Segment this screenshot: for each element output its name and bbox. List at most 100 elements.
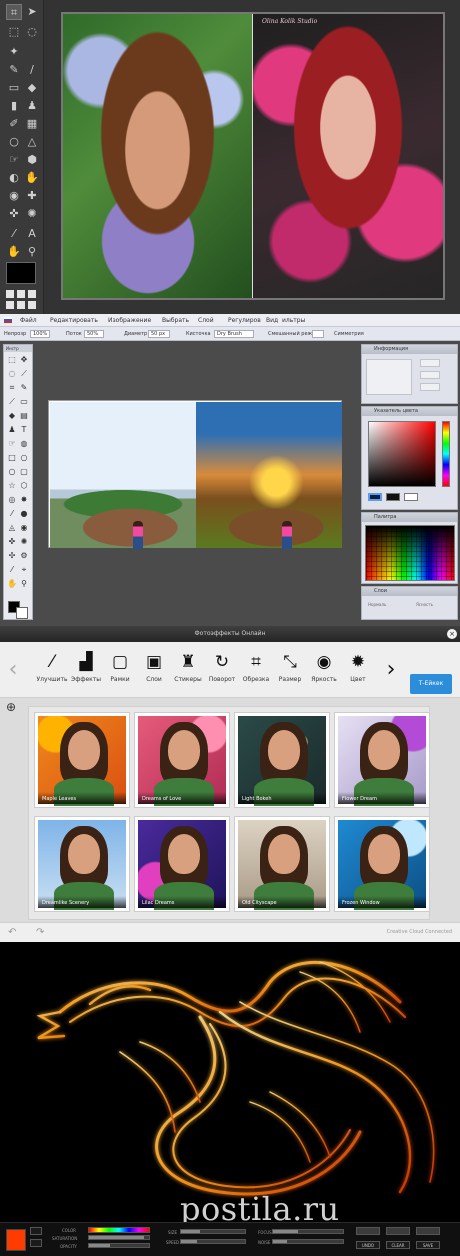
bucket-tool-icon[interactable]: ◆	[7, 411, 17, 421]
tool-button-3[interactable]: ▣ Слои	[136, 650, 172, 694]
document-canvas[interactable]	[48, 400, 342, 549]
eraser-tool-icon[interactable]: ▭	[6, 80, 22, 96]
opacity-field[interactable]: 100%	[30, 330, 50, 338]
blur-tool-icon[interactable]: ○	[6, 134, 22, 150]
hue-slider[interactable]	[442, 421, 450, 487]
color-replace-tool-icon[interactable]: ✐	[6, 116, 22, 132]
chevron-left-icon[interactable]: ‹	[4, 658, 22, 682]
dodge-tool-icon[interactable]: ◐	[6, 170, 22, 186]
burn-tool-icon[interactable]: ●	[19, 509, 29, 519]
undo-button[interactable]: UNDO	[356, 1241, 380, 1249]
tool-button-9[interactable]: ✹ Цвет	[340, 650, 376, 694]
gradient-tool-icon[interactable]: ▤	[19, 411, 29, 421]
wand-tool-icon[interactable]: ⟋	[19, 369, 29, 379]
foreground-color-swatch[interactable]	[6, 262, 36, 284]
eyedropper-tool-icon[interactable]: ⁄	[6, 226, 22, 242]
menu-layer[interactable]: Слой	[198, 317, 214, 324]
effect-thumbnail[interactable]: Light Bokeh	[235, 713, 329, 807]
menu-edit[interactable]: Редактировать	[50, 317, 98, 324]
menu-view[interactable]: Вид	[266, 317, 278, 324]
diameter-field[interactable]: 50 px	[148, 330, 170, 338]
hand-tool-icon[interactable]: ✋	[7, 579, 17, 589]
effect-thumbnail[interactable]: Dreams of Love	[135, 713, 229, 807]
tool-button-2[interactable]: ▢ Рамки	[102, 650, 138, 694]
red-eye-tool-icon[interactable]: ◉	[19, 523, 29, 533]
layout-grid-icon[interactable]	[6, 290, 36, 309]
rounded-rect-tool-icon[interactable]: ▢	[19, 467, 29, 477]
star-tool-icon[interactable]: ☆	[7, 481, 17, 491]
hand-tool-icon[interactable]: ✋	[6, 244, 22, 260]
marquee-tool-icon[interactable]: ⬚	[7, 355, 17, 365]
effect-thumbnail[interactable]: Maple Leaves	[35, 713, 129, 807]
swatch-toggle-button[interactable]	[30, 1227, 42, 1235]
pencil-tool-icon[interactable]: ✎	[19, 383, 29, 393]
blur-tool-icon[interactable]: ◍	[19, 439, 29, 449]
polygon-tool-icon[interactable]: ⬡	[19, 481, 29, 491]
palette-grid[interactable]	[365, 525, 455, 581]
brush-tool-icon[interactable]: /	[24, 62, 40, 78]
menu-filters[interactable]: ильтры	[282, 317, 305, 324]
tool-button-5[interactable]: ↻ Поворот	[204, 650, 240, 694]
rect-tool-icon[interactable]: □	[7, 453, 17, 463]
effect-thumbnail[interactable]: Frozen Window	[335, 817, 429, 911]
undo-icon[interactable]: ↶	[8, 927, 16, 938]
sharpen-tool-icon[interactable]: △	[24, 134, 40, 150]
clone-tool-icon[interactable]: ⚙	[19, 551, 29, 561]
marquee-tool-icon[interactable]: ⬚	[6, 24, 22, 40]
burn-tool-icon[interactable]: ✋	[24, 170, 40, 186]
menu-select[interactable]: Выбрать	[162, 317, 189, 324]
bloat-tool-icon[interactable]: ✜	[6, 206, 22, 222]
close-icon[interactable]: ×	[447, 629, 457, 639]
menu-image[interactable]: Изображение	[108, 317, 151, 324]
tool-button-8[interactable]: ◉ Яркость	[306, 650, 342, 694]
red-eye-tool-icon[interactable]: ◉	[6, 188, 22, 204]
drawing-tool-icon[interactable]: ▦	[24, 116, 40, 132]
type-tool-icon[interactable]: T	[19, 425, 29, 435]
layer-mode-select[interactable]: Нормаль	[368, 602, 386, 607]
menu-file[interactable]: Файл	[20, 317, 37, 324]
bucket-tool-icon[interactable]: ◆	[24, 80, 40, 96]
bloat-tool-icon[interactable]: ✺	[19, 537, 29, 547]
language-flag-icon[interactable]	[4, 317, 12, 323]
size-slider[interactable]	[180, 1229, 246, 1234]
opacity-slider[interactable]	[88, 1243, 150, 1248]
current-color-swatch[interactable]	[368, 493, 382, 501]
menu-adjust[interactable]: Регулиров	[228, 317, 261, 324]
sponge-tool-icon[interactable]: ◎	[7, 495, 17, 505]
crop-tool-icon[interactable]: ⌗	[7, 383, 17, 393]
dark-color-swatch[interactable]	[386, 493, 400, 501]
drop-tool-icon[interactable]: ◬	[7, 523, 17, 533]
pencil-tool-icon[interactable]: ✎	[6, 62, 22, 78]
noise-slider[interactable]	[272, 1239, 344, 1244]
eyedropper-tool-icon[interactable]: ⁄	[7, 565, 17, 575]
pinch-tool-icon[interactable]: ✣	[7, 551, 17, 561]
move-tool-icon[interactable]: ➤	[24, 4, 40, 20]
brush-option-button[interactable]	[416, 1227, 440, 1235]
color-slider[interactable]	[88, 1227, 150, 1233]
circle-tool-icon[interactable]: ○	[7, 467, 17, 477]
save-button[interactable]: SAVE	[416, 1241, 440, 1249]
stamp-tool-icon[interactable]: ♟	[7, 425, 17, 435]
lasso-tool-icon[interactable]: ◌	[7, 369, 17, 379]
move-tool-icon[interactable]: ✥	[19, 355, 29, 365]
zoom-tool-icon[interactable]: ⚲	[24, 244, 40, 260]
flow-field[interactable]: 50%	[84, 330, 104, 338]
stamp-tool-icon[interactable]: ♟	[24, 98, 40, 114]
brush-option-button[interactable]	[356, 1227, 380, 1235]
type-tool-icon[interactable]: A	[24, 226, 40, 242]
light-color-swatch[interactable]	[404, 493, 418, 501]
saturation-square[interactable]	[368, 421, 436, 487]
brush-select[interactable]: Dry Brush	[214, 330, 254, 338]
smudge-tool-icon[interactable]: ☞	[6, 152, 22, 168]
brush-option-button[interactable]	[386, 1227, 410, 1235]
smudge-tool-icon[interactable]: ☞	[7, 439, 17, 449]
tool-button-6[interactable]: ⌗ Обрезка	[238, 650, 274, 694]
magic-wand-tool-icon[interactable]: ✦	[6, 44, 22, 60]
canvas[interactable]	[61, 12, 445, 300]
focus-slider[interactable]	[272, 1229, 344, 1234]
effect-thumbnail[interactable]: Lilac Dreams	[135, 817, 229, 911]
tool-button-1[interactable]: ▟ Эффекты	[68, 650, 104, 694]
replace-tool-icon[interactable]: ⌖	[19, 565, 29, 575]
sharpen-tool-icon[interactable]: ✸	[19, 495, 29, 505]
speed-slider[interactable]	[180, 1239, 246, 1244]
